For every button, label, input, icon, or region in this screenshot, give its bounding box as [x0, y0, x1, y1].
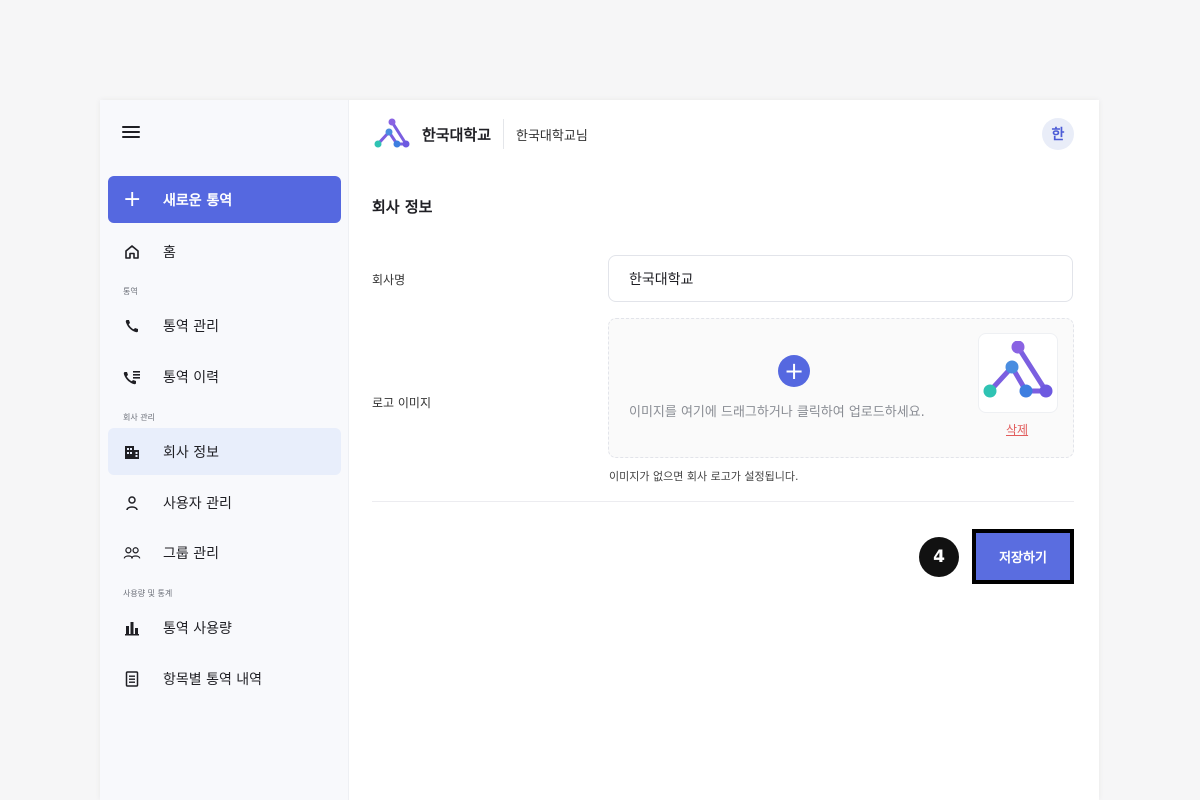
sidebar-item-label: 통역 관리: [163, 318, 219, 335]
document-icon: [123, 670, 141, 688]
user-name: 한국대학교님: [516, 128, 588, 144]
company-name-input[interactable]: [608, 255, 1073, 302]
sidebar-item-item-history[interactable]: 항목별 통역 내역: [108, 655, 341, 702]
hamburger-menu-icon[interactable]: [122, 126, 140, 140]
sidebar-item-label: 그룹 관리: [163, 545, 219, 562]
person-icon: [123, 494, 141, 512]
brand-name: 한국대학교: [422, 125, 492, 144]
sidebar-item-label: 항목별 통역 내역: [163, 671, 263, 688]
logo-preview-image: [978, 333, 1058, 413]
phone-icon: [123, 317, 141, 335]
section-label-call: 통역: [123, 287, 138, 296]
main-content: 한국대학교 한국대학교님 한 회사 정보 회사명 로고 이미지 + 이미지를 여…: [349, 100, 1099, 800]
sidebar-item-company-info[interactable]: 회사 정보: [108, 428, 341, 475]
logo-upload-dropzone[interactable]: + 이미지를 여기에 드래그하거나 클릭하여 업로드하세요. 삭제: [608, 318, 1074, 458]
new-call-label: 새로운 통역: [163, 192, 233, 209]
sidebar-item-label: 사용자 관리: [163, 495, 232, 512]
form-divider: [372, 501, 1074, 502]
delete-logo-link[interactable]: 삭제: [1006, 421, 1028, 438]
sidebar-item-call-manage[interactable]: 통역 관리: [108, 302, 341, 349]
bar-chart-icon: [123, 619, 141, 637]
logo-image-label: 로고 이미지: [372, 396, 432, 410]
sidebar-item-usage[interactable]: 통역 사용량: [108, 604, 341, 651]
upload-instructions: 이미지를 여기에 드래그하거나 클릭하여 업로드하세요.: [629, 405, 925, 420]
avatar[interactable]: 한: [1042, 118, 1074, 150]
sidebar-item-label: 통역 이력: [163, 369, 219, 386]
save-button[interactable]: 저장하기: [972, 529, 1074, 584]
company-name-label: 회사명: [372, 273, 406, 287]
logo-preview-icon: [983, 341, 1053, 398]
sidebar-item-label: 통역 사용량: [163, 620, 232, 637]
section-label-company: 회사 관리: [123, 413, 155, 422]
add-image-icon[interactable]: +: [778, 355, 810, 387]
page-title: 회사 정보: [372, 198, 433, 216]
plus-icon: +: [123, 186, 142, 212]
sidebar-item-label: 회사 정보: [163, 444, 219, 461]
section-label-stats: 사용량 및 통계: [123, 589, 173, 598]
home-icon: [123, 243, 141, 261]
sidebar: + 새로운 통역 홈 통역 통역 관리 통역 이력 회사 관리 회사 정보 사용…: [100, 100, 349, 800]
new-call-button[interactable]: + 새로운 통역: [108, 176, 341, 223]
sidebar-item-group-manage[interactable]: 그룹 관리: [108, 529, 341, 576]
topbar-divider: [503, 119, 505, 149]
building-icon: [123, 443, 141, 461]
topbar: 한국대학교 한국대학교님 한: [349, 100, 1099, 168]
logo-hint-text: 이미지가 없으면 회사 로고가 설정됩니다.: [609, 470, 799, 483]
sidebar-item-home[interactable]: 홈: [108, 228, 341, 275]
step-number-badge: 4: [919, 537, 959, 577]
group-icon: [123, 544, 141, 562]
sidebar-item-user-manage[interactable]: 사용자 관리: [108, 479, 341, 526]
phone-list-icon: [123, 368, 141, 386]
app-window: + 새로운 통역 홈 통역 통역 관리 통역 이력 회사 관리 회사 정보 사용…: [100, 100, 1099, 800]
sidebar-item-call-history[interactable]: 통역 이력: [108, 353, 341, 400]
brand-logo-icon: [374, 118, 410, 148]
sidebar-item-label: 홈: [163, 244, 176, 261]
